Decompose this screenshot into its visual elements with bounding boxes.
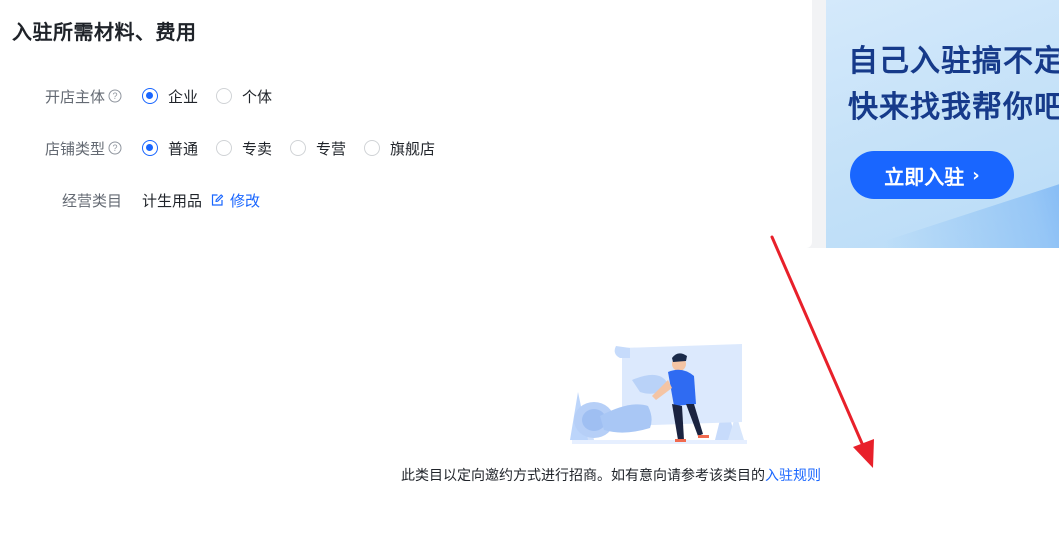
radio-entity-individual[interactable]: 个体: [216, 86, 272, 107]
radio-label: 企业: [168, 87, 199, 106]
store-entity-row: 开店主体 ? 企业 个体: [0, 84, 290, 108]
business-category-value: 计生用品: [142, 191, 203, 210]
edit-category-link[interactable]: 修改: [210, 190, 260, 211]
business-category-label: 经营类目: [61, 191, 122, 210]
edit-icon: [211, 194, 224, 206]
requirements-card: 入驻所需材料、费用 开店主体 ? 企业 个体 店铺类型 ? 普通 专卖 专营 旗…: [0, 0, 812, 248]
business-category-row: 经营类目 计生用品 修改: [0, 188, 260, 212]
radio-type-flagship[interactable]: 旗舰店: [364, 138, 435, 159]
card-title: 入驻所需材料、费用: [12, 20, 197, 44]
help-icon[interactable]: ?: [108, 141, 122, 155]
radio-label: 旗舰店: [390, 139, 436, 158]
edit-category-label: 修改: [230, 191, 261, 210]
radio-label: 普通: [168, 139, 199, 158]
top-section: 入驻所需材料、费用 开店主体 ? 企业 个体 店铺类型 ? 普通 专卖 专营 旗…: [0, 0, 1059, 248]
svg-text:?: ?: [112, 143, 117, 153]
radio-circle[interactable]: [216, 88, 233, 104]
store-type-label: 店铺类型: [44, 139, 105, 158]
join-now-button[interactable]: 立即入驻 ›: [850, 151, 1014, 199]
radio-circle-checked[interactable]: [142, 140, 158, 156]
svg-text:?: ?: [112, 91, 117, 101]
business-category-label-wrap: 经营类目: [0, 190, 122, 211]
radio-type-exclusive[interactable]: 专卖: [216, 138, 272, 159]
radio-label: 专卖: [242, 139, 273, 158]
store-type-row: 店铺类型 ? 普通 专卖 专营 旗舰店: [0, 136, 453, 160]
join-now-label: 立即入驻: [884, 164, 965, 189]
promo-banner: 自己入驻搞不定 快来找我帮你吧 立即入驻 ›: [826, 0, 1059, 248]
radio-circle[interactable]: [290, 140, 307, 156]
help-icon[interactable]: ?: [108, 89, 122, 103]
radio-label: 个体: [242, 87, 273, 106]
store-type-label-wrap: 店铺类型 ?: [0, 138, 122, 159]
store-type-options: 普通 专卖 专营 旗舰店: [142, 138, 453, 159]
radio-type-normal[interactable]: 普通: [142, 138, 198, 159]
radio-type-specialty[interactable]: 专营: [290, 138, 346, 159]
store-entity-label-wrap: 开店主体 ?: [0, 86, 122, 107]
radio-circle[interactable]: [364, 140, 381, 156]
radio-circle-checked[interactable]: [142, 88, 158, 104]
notice-text: 此类目以定向邀约方式进行招商。如有意向请参考该类目的: [401, 468, 765, 484]
banner-headline-2: 快来找我帮你吧: [848, 90, 1059, 125]
entry-rules-link[interactable]: 入驻规则: [765, 468, 821, 484]
invitation-notice: 此类目以定向邀约方式进行招商。如有意向请参考该类目的入驻规则: [401, 465, 821, 485]
store-entity-options: 企业 个体: [142, 86, 290, 107]
store-entity-label: 开店主体: [44, 87, 105, 106]
radio-label: 专营: [316, 139, 347, 158]
banner-headline-1: 自己入驻搞不定: [848, 44, 1059, 79]
radio-entity-enterprise[interactable]: 企业: [142, 86, 198, 107]
empty-state-illustration: [570, 344, 747, 444]
radio-circle[interactable]: [216, 140, 233, 156]
chevron-right-icon: ›: [972, 164, 980, 186]
business-category-body: 计生用品 修改: [142, 190, 260, 211]
